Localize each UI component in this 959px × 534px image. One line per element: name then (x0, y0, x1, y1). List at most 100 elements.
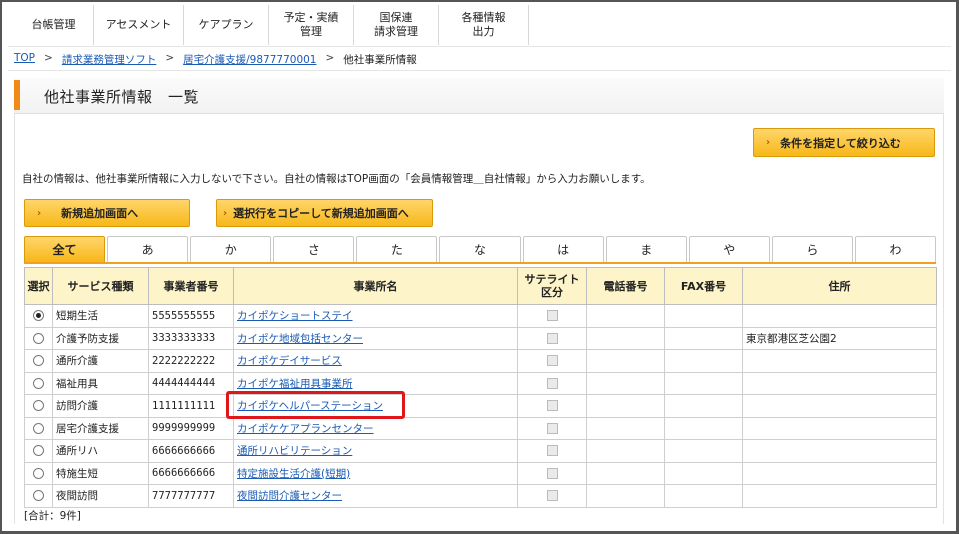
tab-ta[interactable]: た (356, 236, 438, 262)
tab-wa[interactable]: わ (854, 236, 937, 262)
office-name-cell: カイポケヘルパーステーション (233, 394, 518, 418)
chevron-right-icon: › (223, 207, 228, 219)
office-number-cell: 5555555555 (148, 304, 234, 328)
title-accent-bar (14, 80, 20, 110)
breadcrumb-separator: > (325, 52, 335, 64)
table-row: 介護予防支援 3333333333 カイポケ地域包括センター 東京都港区芝公園2 (24, 326, 937, 350)
fax-cell (664, 461, 743, 485)
kana-filter-tabs: 全て あ か さ た な は ま や ら わ (24, 236, 937, 262)
service-type-cell: 夜間訪問 (52, 484, 149, 508)
office-name-link[interactable]: 通所リハビリテーション (237, 445, 352, 457)
row-select-cell (24, 304, 53, 328)
tab-ka[interactable]: か (190, 236, 272, 262)
satellite-cell (517, 461, 587, 485)
office-name-link[interactable]: カイポケヘルパーステーション (237, 400, 383, 412)
nav-careplan[interactable]: ケアプラン (184, 5, 269, 45)
office-name-link[interactable]: カイポケケアプランセンター (237, 423, 374, 435)
office-name-link[interactable]: カイポケショートステイ (237, 310, 353, 322)
fax-cell (664, 326, 743, 350)
phone-cell (586, 349, 665, 373)
header-fax: FAX番号 (664, 267, 743, 305)
header-office-name: 事業所名 (233, 267, 518, 305)
table-row: 特施生短 6666666666 特定施設生活介護(短期) (24, 461, 937, 485)
tab-na[interactable]: な (439, 236, 521, 262)
row-select-cell (24, 484, 53, 508)
office-name-cell: カイポケ地域包括センター (233, 326, 518, 350)
row-radio-button[interactable] (33, 422, 44, 434)
breadcrumb-billing-link[interactable]: 請求業務管理ソフト (62, 52, 157, 67)
address-cell (742, 461, 937, 485)
breadcrumb-top-link[interactable]: TOP (14, 52, 35, 67)
table-row: 訪問介護 1111111111 カイポケヘルパーステーション (24, 394, 937, 418)
page-title: 他社事業所情報 一覧 (44, 88, 200, 106)
copy-selected-button[interactable]: › 選択行をコピーして新規追加画面へ (216, 199, 433, 227)
address-cell (742, 439, 937, 463)
tab-sa[interactable]: さ (273, 236, 355, 262)
satellite-checkbox (546, 400, 558, 412)
fax-cell (664, 484, 743, 508)
nav-assessment[interactable]: アセスメント (94, 5, 184, 45)
row-radio-button[interactable] (33, 332, 44, 344)
row-radio-button[interactable] (33, 310, 44, 322)
nav-output[interactable]: 各種情報 出力 (439, 5, 529, 45)
header-service-type: サービス種類 (52, 267, 149, 305)
row-select-cell (24, 461, 53, 485)
satellite-cell (517, 371, 587, 395)
tab-ya[interactable]: や (688, 236, 770, 262)
table-row: 通所リハ 6666666666 通所リハビリテーション (24, 439, 937, 463)
fax-cell (664, 416, 743, 440)
row-radio-button[interactable] (33, 355, 44, 367)
satellite-checkbox (546, 332, 558, 344)
office-name-link[interactable]: 特定施設生活介護(短期) (237, 468, 350, 480)
service-type-cell: 訪問介護 (52, 394, 149, 418)
service-type-cell: 通所リハ (52, 439, 149, 463)
notice-text: 自社の情報は、他社事業所情報に入力しないで下さい。自社の情報はTOP画面の「会員… (22, 173, 651, 185)
row-radio-button[interactable] (33, 445, 44, 457)
fax-cell (664, 371, 743, 395)
tab-ma[interactable]: ま (605, 236, 687, 262)
new-entry-button[interactable]: › 新規追加画面へ (24, 199, 190, 227)
row-radio-button[interactable] (33, 467, 44, 479)
row-radio-button[interactable] (33, 490, 44, 502)
tab-all[interactable]: 全て (24, 236, 106, 262)
service-type-cell: 特施生短 (52, 461, 149, 485)
chevron-right-icon: › (37, 207, 42, 219)
breadcrumb-office-link[interactable]: 居宅介護支援/9877770001 (183, 52, 316, 67)
phone-cell (586, 304, 665, 328)
satellite-cell (517, 304, 587, 328)
tab-ha[interactable]: は (522, 236, 604, 262)
nav-ledger[interactable]: 台帳管理 (14, 5, 94, 45)
address-cell (742, 349, 937, 373)
service-type-cell: 短期生活 (52, 304, 149, 328)
nav-billing[interactable]: 国保連 請求管理 (354, 5, 439, 45)
fax-cell (664, 349, 743, 373)
nav-schedule[interactable]: 予定・実績 管理 (269, 5, 354, 45)
filter-button-label: 条件を指定して絞り込む (780, 136, 901, 150)
satellite-checkbox (546, 467, 558, 479)
row-select-cell (24, 439, 53, 463)
office-name-link[interactable]: カイポケデイサービス (237, 355, 342, 367)
fax-cell (664, 304, 743, 328)
row-select-cell (24, 371, 53, 395)
tab-a[interactable]: あ (107, 236, 189, 262)
row-radio-button[interactable] (33, 377, 44, 389)
row-select-cell (24, 416, 53, 440)
satellite-cell (517, 484, 587, 508)
phone-cell (586, 416, 665, 440)
row-select-cell (24, 349, 53, 373)
office-name-link[interactable]: 夜間訪問介護センター (237, 490, 342, 502)
office-name-link[interactable]: カイポケ地域包括センター (237, 333, 363, 345)
title-bar: 他社事業所情報 一覧 (14, 78, 944, 114)
row-radio-button[interactable] (33, 400, 44, 412)
office-name-cell: カイポケケアプランセンター (233, 416, 518, 440)
filter-conditions-button[interactable]: › 条件を指定して絞り込む (753, 128, 935, 157)
table-row: 福祉用具 4444444444 カイポケ福祉用具事業所 (24, 371, 937, 395)
office-name-link[interactable]: カイポケ福祉用具事業所 (237, 378, 353, 390)
office-name-cell: カイポケショートステイ (233, 304, 518, 328)
fax-cell (664, 394, 743, 418)
row-select-cell (24, 394, 53, 418)
address-cell (742, 416, 937, 440)
tab-ra[interactable]: ら (771, 236, 853, 262)
table-header-row: 選択 サービス種類 事業者番号 事業所名 サテライト 区分 電話番号 FAX番号… (24, 267, 937, 305)
service-type-cell: 福祉用具 (52, 371, 149, 395)
